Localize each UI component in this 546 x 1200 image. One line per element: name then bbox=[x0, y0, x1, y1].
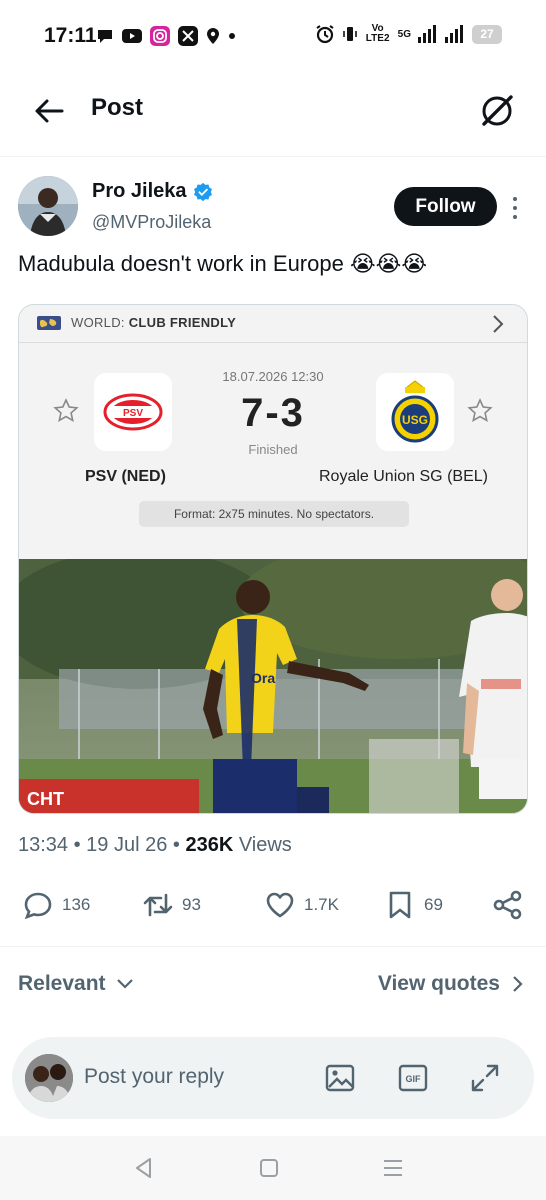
expand-composer-button[interactable] bbox=[468, 1061, 502, 1095]
repost-icon bbox=[143, 893, 173, 917]
share-icon bbox=[493, 890, 522, 920]
banner-text: CHT bbox=[27, 789, 64, 809]
post-actions: 136 93 1.7K 69 bbox=[0, 882, 546, 928]
arrow-left-icon bbox=[35, 99, 64, 123]
repost-count: 93 bbox=[182, 895, 201, 914]
chevron-down-icon bbox=[116, 979, 133, 989]
bookmark-count: 69 bbox=[424, 895, 443, 914]
chat-bubble-icon bbox=[96, 28, 114, 44]
expand-icon bbox=[471, 1064, 499, 1092]
away-team-name: Royale Union SG (BEL) bbox=[319, 468, 488, 485]
gif-icon: GIF bbox=[398, 1064, 428, 1092]
page-title: Post bbox=[91, 94, 144, 121]
views-label: Views bbox=[233, 834, 292, 856]
competition-bar[interactable]: WORLD: CLUB FRIENDLY bbox=[19, 305, 527, 343]
sponsor-text: Ora bbox=[251, 670, 275, 686]
competition-label: WORLD: CLUB FRIENDLY bbox=[71, 315, 236, 330]
status-time: 17:11 bbox=[44, 24, 97, 47]
nav-home-icon[interactable] bbox=[257, 1156, 281, 1180]
post-text: Madubula doesn't work in Europe 😭😭😭 bbox=[18, 251, 428, 276]
usg-logo-text: USG bbox=[402, 413, 428, 427]
author-name-row[interactable]: Pro Jileka bbox=[92, 180, 213, 203]
youtube-icon bbox=[122, 29, 142, 43]
share-action[interactable] bbox=[492, 882, 524, 928]
volte-label: Vo LTE2 bbox=[365, 23, 390, 44]
comment-icon bbox=[24, 892, 52, 920]
competition-prefix: WORLD: bbox=[71, 315, 129, 330]
chevron-right-icon bbox=[493, 315, 504, 333]
nav-recents-icon[interactable] bbox=[381, 1156, 405, 1180]
vibrate-icon bbox=[342, 25, 358, 43]
instagram-icon bbox=[150, 26, 170, 46]
reply-action[interactable]: 136 bbox=[22, 882, 90, 928]
like-action[interactable]: 1.7K bbox=[264, 882, 339, 928]
verified-badge-icon bbox=[193, 182, 212, 201]
bookmark-icon bbox=[389, 891, 411, 919]
author-avatar[interactable] bbox=[18, 176, 78, 236]
notification-icons bbox=[96, 26, 236, 46]
author-handle[interactable]: @MVProJileka bbox=[92, 212, 211, 233]
heart-icon bbox=[266, 892, 294, 918]
system-status-icons: Vo LTE2 5G 27 bbox=[315, 24, 502, 44]
sort-label: Relevant bbox=[18, 972, 106, 995]
back-button[interactable] bbox=[32, 94, 66, 128]
dot-icon bbox=[228, 32, 236, 40]
post-meta: 13:34 • 19 Jul 26 • 236K Views bbox=[18, 834, 292, 857]
android-navigation-bar bbox=[0, 1136, 546, 1200]
page-header: Post bbox=[0, 80, 546, 140]
grok-button[interactable] bbox=[478, 92, 516, 130]
match-format-note: Format: 2x75 minutes. No spectators. bbox=[139, 501, 409, 527]
add-gif-button[interactable]: GIF bbox=[396, 1061, 430, 1095]
add-image-button[interactable] bbox=[323, 1061, 357, 1095]
follow-button[interactable]: Follow bbox=[394, 187, 497, 226]
actions-divider bbox=[0, 946, 546, 947]
location-pin-icon bbox=[206, 27, 220, 45]
repost-action[interactable]: 93 bbox=[142, 882, 201, 928]
reply-input[interactable] bbox=[84, 1065, 304, 1089]
gif-label: GIF bbox=[406, 1074, 422, 1084]
competition-name: CLUB FRIENDLY bbox=[128, 315, 237, 330]
post-timestamp: 13:34 • 19 Jul 26 • bbox=[18, 834, 186, 856]
image-icon bbox=[325, 1064, 355, 1092]
more-dot-icon bbox=[513, 206, 517, 210]
player-photo-image: CHT Ora bbox=[19, 559, 527, 813]
signal-strength-icon bbox=[418, 25, 438, 43]
more-dot-icon bbox=[513, 215, 517, 219]
battery-indicator: 27 bbox=[472, 24, 502, 44]
home-team-name: PSV (NED) bbox=[85, 468, 166, 485]
away-team-logo: USG bbox=[376, 373, 454, 451]
reply-count: 136 bbox=[62, 895, 91, 914]
sort-replies-dropdown[interactable]: Relevant bbox=[18, 972, 134, 996]
alarm-icon bbox=[315, 24, 335, 44]
like-count: 1.7K bbox=[304, 895, 339, 914]
match-score-card[interactable]: WORLD: CLUB FRIENDLY PSV 18.07.2026 12:3… bbox=[19, 305, 527, 559]
chevron-right-icon bbox=[513, 976, 523, 992]
grok-icon bbox=[482, 95, 513, 126]
bookmark-action[interactable]: 69 bbox=[384, 882, 443, 928]
signal-5g-label: 5G bbox=[397, 28, 411, 40]
views-count: 236K bbox=[185, 834, 234, 856]
view-quotes-link[interactable]: View quotes bbox=[378, 972, 524, 996]
avatar-image bbox=[18, 176, 78, 236]
x-app-icon bbox=[178, 26, 198, 46]
nav-back-icon[interactable] bbox=[132, 1156, 156, 1180]
more-dot-icon bbox=[513, 197, 517, 201]
reply-composer: GIF bbox=[12, 1037, 534, 1119]
view-quotes-label: View quotes bbox=[377, 972, 500, 995]
post-media[interactable]: WORLD: CLUB FRIENDLY PSV 18.07.2026 12:3… bbox=[18, 304, 528, 814]
more-options-button[interactable] bbox=[507, 194, 523, 222]
favorite-star-icon[interactable] bbox=[467, 398, 493, 424]
user-avatar[interactable] bbox=[25, 1054, 73, 1102]
signal-strength-2-icon bbox=[445, 25, 465, 43]
user-avatar-image bbox=[25, 1054, 73, 1102]
header-divider bbox=[0, 156, 546, 157]
match-photo[interactable]: CHT Ora bbox=[19, 559, 527, 813]
status-bar: 17:11 Vo LTE2 5G 27 bbox=[0, 0, 546, 72]
world-flag-icon bbox=[37, 316, 61, 330]
author-name[interactable]: Pro Jileka bbox=[92, 180, 187, 203]
